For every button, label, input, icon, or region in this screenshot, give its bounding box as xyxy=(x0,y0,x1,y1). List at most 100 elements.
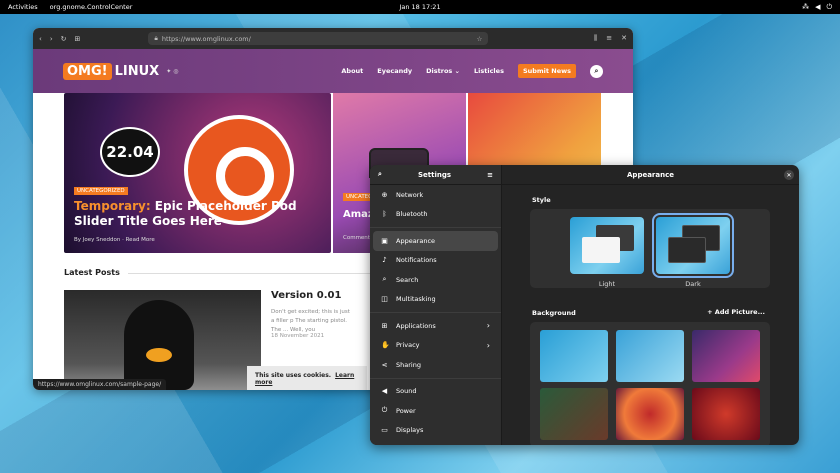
logo-linux: LINUX xyxy=(114,63,160,79)
sidebar-item-label: Power xyxy=(396,406,416,415)
nav-listicles[interactable]: Listicles xyxy=(474,67,504,75)
background-grid xyxy=(530,322,770,445)
top-bar: Activities org.gnome.ControlCenter Jan 1… xyxy=(0,0,840,14)
search-icon[interactable]: ⌕ xyxy=(378,170,382,179)
sidebar-item-privacy[interactable]: ✋ Privacy › xyxy=(373,336,498,356)
sidebar-item-label: Sound xyxy=(396,387,417,396)
applications-icon: ⊞ xyxy=(381,321,388,330)
sharing-icon: ⋖ xyxy=(381,360,388,369)
sidebar-item-label: Search xyxy=(396,275,419,284)
wallpaper-thumbnail[interactable] xyxy=(616,388,684,440)
clock[interactable]: Jan 18 17:21 xyxy=(399,3,440,11)
sidebar-item-label: Appearance xyxy=(396,236,436,245)
search-icon: ⌕ xyxy=(382,275,387,284)
wallpaper-thumbnail[interactable] xyxy=(692,388,760,440)
add-picture-button[interactable]: + Add Picture... xyxy=(707,308,765,316)
hero-article[interactable]: 22.04 UNCATEGORIZED Temporary: Epic Plac… xyxy=(64,93,331,253)
settings-sidebar: ⌕ Settings ≡ ⊕ Network ᛒ Bluetooth ▣ Appearan… xyxy=(370,165,502,445)
post-date: 18 November 2021 xyxy=(271,333,325,339)
menu-icon[interactable]: ≡ xyxy=(487,171,493,179)
search-icon[interactable]: ⌕ xyxy=(590,64,603,78)
divider xyxy=(370,227,501,228)
system-tray[interactable]: ⁂ ◀ ⏻ xyxy=(802,3,832,12)
card-meta: Comment xyxy=(343,235,370,241)
sidebar-item-mouse-touchpad[interactable]: ◯Mouse & Touchpad xyxy=(373,440,498,445)
sidebar-item-network[interactable]: ⊕ Network xyxy=(373,185,498,205)
hero-title[interactable]: Temporary: Epic Placeholder Pod Slider T… xyxy=(74,199,324,229)
tux-image xyxy=(124,300,194,390)
close-icon[interactable]: ✕ xyxy=(784,170,794,180)
sidebar-item-displays[interactable]: ▭ Displays xyxy=(373,421,498,441)
nav-about[interactable]: About xyxy=(341,67,363,75)
sidebar-item-label: Sharing xyxy=(396,360,421,369)
volume-icon: ◀ xyxy=(815,2,821,11)
sidebar-item-bluetooth[interactable]: ᛒ Bluetooth xyxy=(373,205,498,225)
sidebar-item-multitasking[interactable]: ◫ Multitasking xyxy=(373,290,498,310)
url-bar[interactable]: 🔒︎ https://www.omglinux.com/ ☆ xyxy=(148,32,489,45)
sound-icon: ◀ xyxy=(381,387,388,396)
lock-icon: 🔒︎ xyxy=(154,34,158,42)
site-logo[interactable]: OMG! LINUX ✦ ◎ xyxy=(63,62,179,80)
network-icon: ⊕ xyxy=(381,190,388,199)
submit-news-button[interactable]: Submit News xyxy=(517,64,576,78)
close-icon[interactable]: ✕ xyxy=(621,34,627,43)
nav-eyecandy[interactable]: Eyecandy xyxy=(377,67,412,75)
sidebar-item-sound[interactable]: ◀ Sound xyxy=(373,382,498,402)
back-icon[interactable]: ‹ xyxy=(39,35,42,43)
light-style-option[interactable] xyxy=(570,217,644,274)
forward-icon[interactable]: › xyxy=(50,35,53,43)
wallpaper-thumbnail[interactable] xyxy=(616,330,684,382)
menu-icon[interactable]: ≡ xyxy=(606,34,612,43)
settings-window: ⌕ Settings ≡ ⊕ Network ᛒ Bluetooth ▣ Appearan… xyxy=(370,165,799,445)
post-excerpt: Don't get excited; this is just a filler… xyxy=(271,309,350,333)
post-title[interactable]: Version 0.01 xyxy=(271,290,341,301)
read-more-link[interactable]: Read More xyxy=(126,237,155,243)
wallpaper-thumbnail[interactable] xyxy=(692,330,760,382)
window-preview xyxy=(582,237,620,263)
library-icon[interactable]: ⫼ xyxy=(594,34,597,43)
chevron-right-icon: › xyxy=(486,321,490,331)
sidebar-item-label: Notifications xyxy=(396,256,437,265)
wallpaper-thumbnail[interactable] xyxy=(540,388,608,440)
sidebar-item-power[interactable]: ⏻ Power xyxy=(373,401,498,421)
site-header: OMG! LINUX ✦ ◎ About Eyecandy Distros ⌄ … xyxy=(33,49,633,93)
social-icons[interactable]: ✦ ◎ xyxy=(166,68,178,75)
new-tab-icon[interactable]: ⊞ xyxy=(75,35,81,43)
sidebar-item-appearance[interactable]: ▣ Appearance xyxy=(373,231,498,251)
nav-distros[interactable]: Distros ⌄ xyxy=(426,67,460,75)
style-selector: Light Dark xyxy=(530,209,770,288)
sidebar-item-applications[interactable]: ⊞ Applications › xyxy=(373,316,498,336)
chevron-right-icon: › xyxy=(486,340,490,350)
version-badge: 22.04 xyxy=(100,127,160,177)
window-preview xyxy=(668,237,706,263)
reload-icon[interactable]: ↻ xyxy=(61,35,67,43)
privacy-icon: ✋ xyxy=(381,341,390,350)
bluetooth-icon: ᛒ xyxy=(382,210,387,219)
background-label: Background xyxy=(532,309,576,317)
cookie-text: This site uses cookies. xyxy=(255,372,332,379)
sidebar-item-label: Privacy xyxy=(396,341,420,350)
sidebar-item-sharing[interactable]: ⋖ Sharing xyxy=(373,355,498,375)
category-tag[interactable]: UNCATEGORIZED xyxy=(74,187,128,195)
sidebar-item-search[interactable]: ⌕ Search xyxy=(373,270,498,290)
divider xyxy=(370,377,501,379)
sidebar-header: ⌕ Settings ≡ xyxy=(370,165,501,185)
cookie-banner: This site uses cookies. Learn more xyxy=(247,366,367,390)
sidebar-item-notifications[interactable]: ♪ Notifications xyxy=(373,251,498,271)
status-bar-url: https://www.omglinux.com/sample-page/ xyxy=(33,379,167,390)
divider xyxy=(370,312,501,313)
latest-posts-heading: Latest Posts xyxy=(64,268,120,277)
site-nav: About Eyecandy Distros ⌄ Listicles Submi… xyxy=(341,64,603,78)
appearance-icon: ▣ xyxy=(381,236,388,245)
wallpaper-thumbnail[interactable] xyxy=(540,330,608,382)
hero-author[interactable]: By Joey Sneddon xyxy=(74,237,120,243)
post-thumbnail[interactable] xyxy=(64,290,261,390)
power-icon: ⏻ xyxy=(381,406,388,415)
dark-style-option[interactable] xyxy=(652,213,734,278)
activities-button[interactable]: Activities xyxy=(8,3,38,11)
logo-omg: OMG! xyxy=(63,62,112,80)
power-icon: ⏻ xyxy=(826,2,832,11)
sidebar-item-label: Multitasking xyxy=(396,295,436,304)
app-menu[interactable]: org.gnome.ControlCenter xyxy=(50,3,133,11)
bookmark-star-icon[interactable]: ☆ xyxy=(477,35,483,43)
